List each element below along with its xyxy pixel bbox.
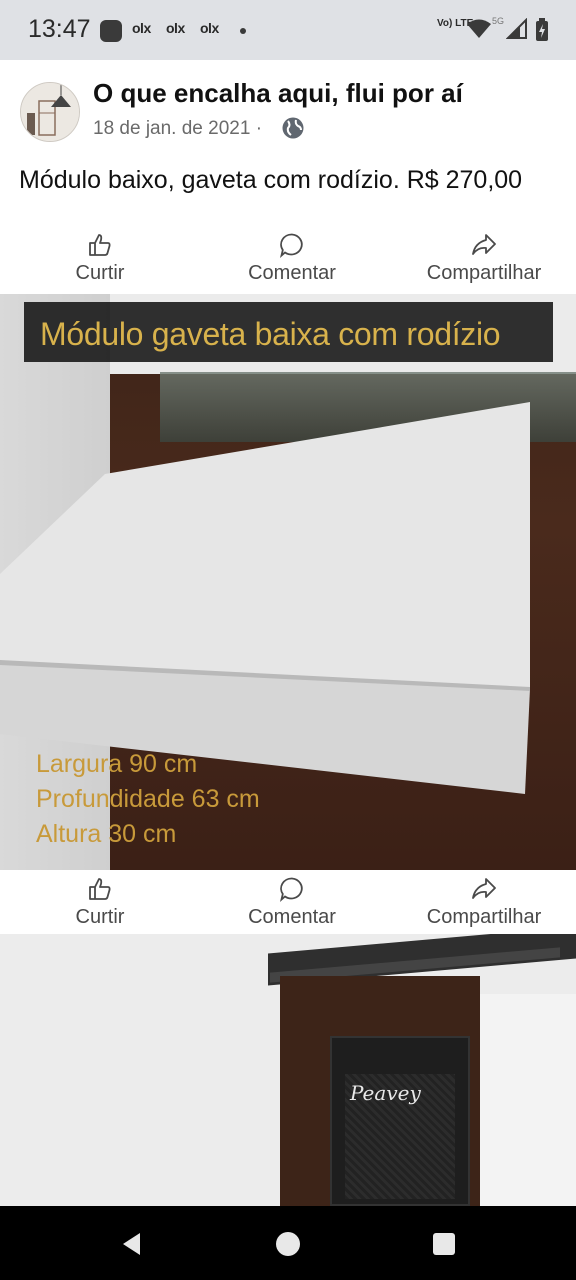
comment-bubble-icon (279, 233, 303, 258)
photo-banner: Módulo gaveta baixa com rodízio (24, 302, 553, 362)
comment-button[interactable]: Comentar (196, 874, 388, 936)
share-button[interactable]: Compartilhar (388, 874, 576, 936)
post-photo-module[interactable]: Módulo gaveta baixa com rodízio Largura … (0, 294, 576, 870)
comment-button[interactable]: Comentar (196, 230, 388, 292)
spec-width: Largura 90 cm (36, 750, 198, 778)
like-label: Curtir (75, 906, 125, 928)
post-text: Módulo baixo, gaveta com rodízio. R$ 270… (19, 166, 523, 194)
post-date[interactable]: 18 de jan. de 2021 · (93, 118, 262, 140)
wifi-icon (467, 19, 491, 38)
notification-app-icon (100, 20, 122, 42)
5g-indicator: 5G (492, 16, 505, 26)
spec-depth: Profundidade 63 cm (36, 785, 260, 813)
comment-label: Comentar (248, 906, 336, 928)
more-notifications-icon (240, 28, 246, 34)
post-actions: Curtir Comentar Compartilhar (0, 230, 576, 292)
comment-label: Comentar (248, 262, 336, 284)
share-arrow-icon (472, 878, 496, 899)
like-label: Curtir (75, 262, 125, 284)
share-label: Compartilhar (426, 262, 542, 284)
olx-notification-icon: olx (166, 20, 185, 36)
group-avatar[interactable] (20, 82, 80, 142)
photo2-wall (470, 994, 576, 1206)
like-button[interactable]: Curtir (4, 874, 196, 936)
share-button[interactable]: Compartilhar (388, 230, 576, 292)
photo2-amp-logo: Peavey (350, 1081, 421, 1105)
status-bar: 13:47 olx olx olx Vo) LTE 5G (0, 0, 576, 60)
recents-square-icon[interactable] (430, 1230, 458, 1258)
thumbs-up-icon (89, 878, 111, 900)
post-photo-shelf[interactable]: Peavey (0, 934, 576, 1206)
olx-notification-icon: olx (200, 20, 219, 36)
status-time: 13:47 (28, 15, 91, 43)
share-arrow-icon (472, 234, 496, 255)
home-circle-icon[interactable] (274, 1230, 302, 1258)
share-label: Compartilhar (426, 906, 542, 928)
olx-notification-icon: olx (132, 20, 151, 36)
comment-bubble-icon (279, 877, 303, 902)
globe-icon (282, 117, 304, 139)
signal-icon (506, 18, 527, 39)
battery-icon (536, 18, 548, 41)
photo-actions: Curtir Comentar Compartilhar (0, 874, 576, 936)
thumbs-up-icon (89, 234, 111, 256)
like-button[interactable]: Curtir (4, 230, 196, 292)
back-triangle-icon[interactable] (118, 1230, 146, 1258)
group-name[interactable]: O que encalha aqui, flui por aí (93, 78, 463, 109)
spec-height: Altura 30 cm (36, 820, 177, 848)
system-nav-bar (0, 1206, 576, 1280)
photo-banner-text: Módulo gaveta baixa com rodízio (40, 316, 501, 352)
